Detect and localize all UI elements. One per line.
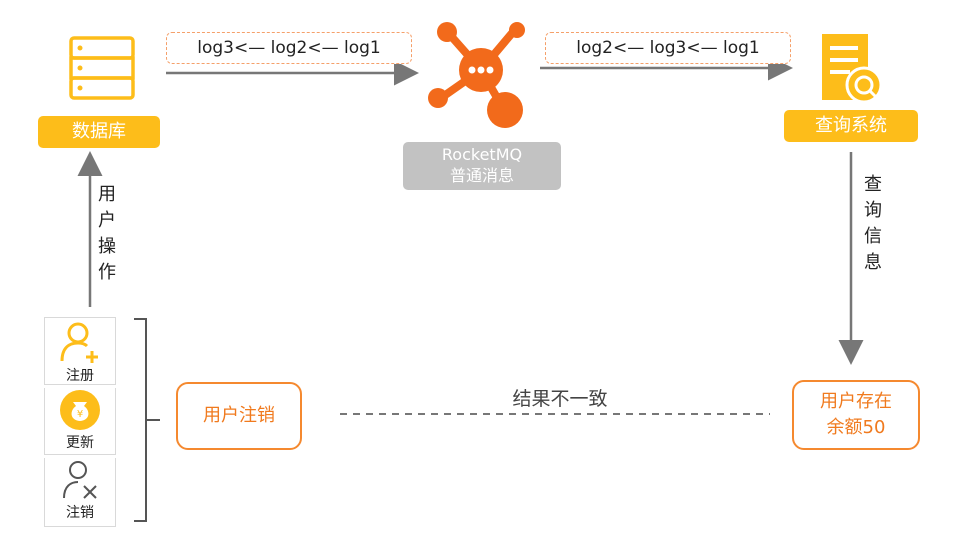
action-label: 注册 <box>66 368 94 384</box>
inconsistent-label: 结果不一致 <box>512 388 608 410</box>
svg-text:¥: ¥ <box>77 409 83 420</box>
user-action-list: 注册 ¥ 更新 注销 <box>44 317 116 527</box>
query-document-icon <box>818 30 886 106</box>
rocketmq-name: RocketMQ <box>441 145 523 164</box>
user-operation-label: 用户操作 <box>98 184 116 283</box>
action-register: 注册 <box>44 317 116 385</box>
user-cancel-box: 用户注销 <box>176 382 302 450</box>
action-cancel: 注销 <box>44 458 116 527</box>
rocketmq-type: 普通消息 <box>449 166 514 185</box>
user-exists-box: 用户存在 余额50 <box>792 380 920 450</box>
user-add-icon <box>60 322 98 363</box>
query-system-label: 查询系统 <box>784 110 918 142</box>
rocketmq-icon <box>425 18 535 138</box>
user-exists-balance: 余额50 <box>826 417 886 438</box>
log-sequence-right: log2<— log3<— log1 <box>545 32 791 64</box>
database-label: 数据库 <box>38 116 160 148</box>
user-exists-status: 用户存在 <box>820 391 892 412</box>
user-remove-icon <box>63 461 97 499</box>
action-update: ¥ 更新 <box>44 388 116 455</box>
log-sequence-left: log3<— log2<— log1 <box>166 32 412 64</box>
action-label: 更新 <box>66 435 94 451</box>
action-label: 注销 <box>66 505 94 521</box>
money-bag-icon: ¥ <box>60 390 100 430</box>
database-icon <box>67 36 137 102</box>
query-info-label: 查询信息 <box>864 174 882 273</box>
bracket <box>134 318 160 522</box>
rocketmq-label: RocketMQ 普通消息 <box>403 142 561 190</box>
